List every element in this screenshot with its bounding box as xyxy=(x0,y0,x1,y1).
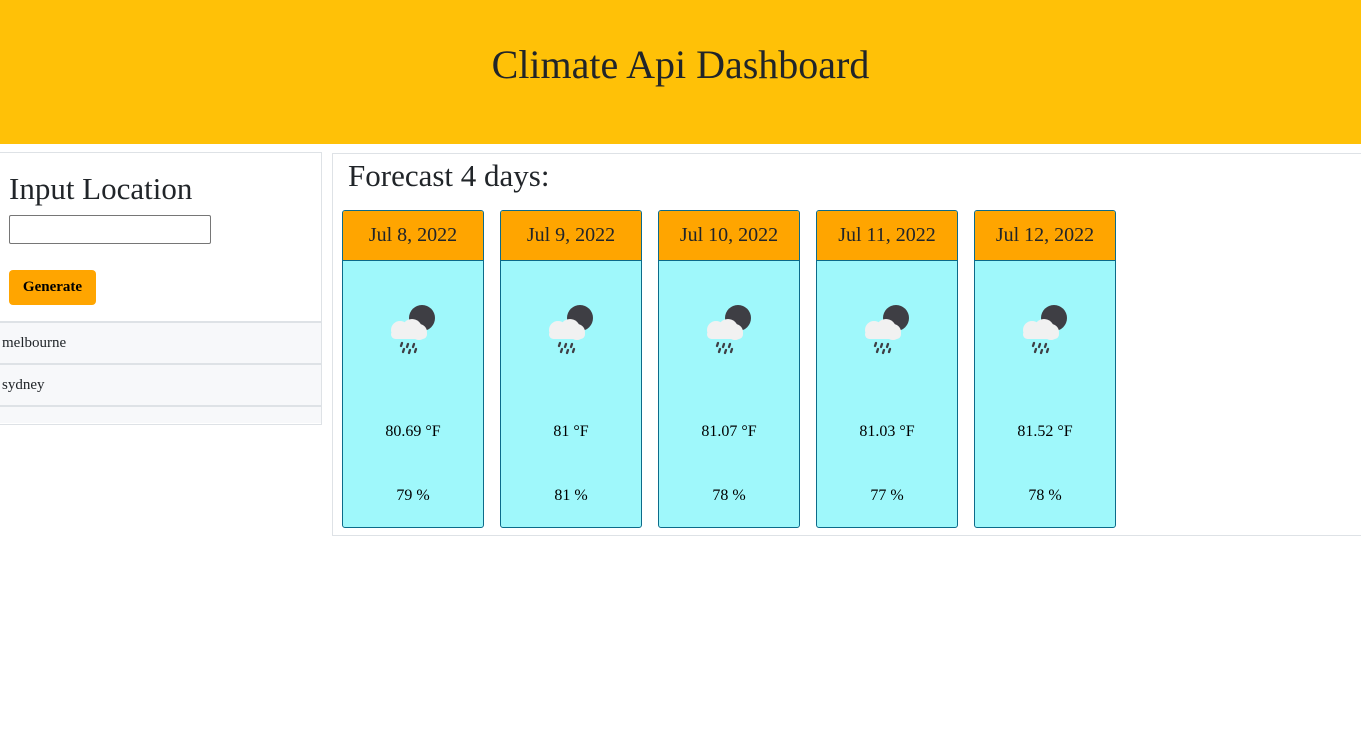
page-header: Climate Api Dashboard xyxy=(0,0,1361,144)
search-history-list: melbourne sydney xyxy=(0,321,321,423)
forecast-panel: Forecast 4 days: Jul 8, 2022 80.69 °F 79… xyxy=(332,153,1361,536)
generate-button[interactable]: Generate xyxy=(9,270,96,305)
history-item-melbourne[interactable]: melbourne xyxy=(0,323,321,365)
forecast-cards: Jul 8, 2022 80.69 °F 79 % Jul 9, 2022 81… xyxy=(342,210,1116,528)
cloud-rain-moon-icon xyxy=(865,305,909,355)
forecast-humidity: 79 % xyxy=(396,487,430,504)
forecast-card: Jul 9, 2022 81 °F 81 % xyxy=(500,210,642,528)
forecast-humidity: 77 % xyxy=(870,487,904,504)
forecast-card: Jul 8, 2022 80.69 °F 79 % xyxy=(342,210,484,528)
history-item-sydney[interactable]: sydney xyxy=(0,365,321,407)
forecast-date: Jul 12, 2022 xyxy=(975,211,1115,261)
history-list-end xyxy=(0,407,321,423)
location-panel: Input Location Generate melbourne sydney xyxy=(0,152,322,425)
cloud-rain-moon-icon xyxy=(391,305,435,355)
cloud-rain-moon-icon xyxy=(1023,305,1067,355)
forecast-date: Jul 11, 2022 xyxy=(817,211,957,261)
forecast-temperature: 81 °F xyxy=(553,423,589,440)
forecast-date: Jul 10, 2022 xyxy=(659,211,799,261)
forecast-heading: Forecast 4 days: xyxy=(348,158,550,193)
page-title: Climate Api Dashboard xyxy=(491,41,870,87)
cloud-rain-moon-icon xyxy=(549,305,593,355)
forecast-humidity: 81 % xyxy=(554,487,588,504)
forecast-card: Jul 12, 2022 81.52 °F 78 % xyxy=(974,210,1116,528)
forecast-humidity: 78 % xyxy=(712,487,746,504)
forecast-date: Jul 9, 2022 xyxy=(501,211,641,261)
location-heading: Input Location xyxy=(9,171,193,206)
forecast-temperature: 81.03 °F xyxy=(859,423,915,440)
forecast-card: Jul 11, 2022 81.03 °F 77 % xyxy=(816,210,958,528)
forecast-card: Jul 10, 2022 81.07 °F 78 % xyxy=(658,210,800,528)
cloud-rain-moon-icon xyxy=(707,305,751,355)
forecast-temperature: 81.52 °F xyxy=(1017,423,1073,440)
forecast-temperature: 81.07 °F xyxy=(701,423,757,440)
location-input[interactable] xyxy=(9,215,211,244)
forecast-temperature: 80.69 °F xyxy=(385,423,441,440)
forecast-date: Jul 8, 2022 xyxy=(343,211,483,261)
forecast-humidity: 78 % xyxy=(1028,487,1062,504)
